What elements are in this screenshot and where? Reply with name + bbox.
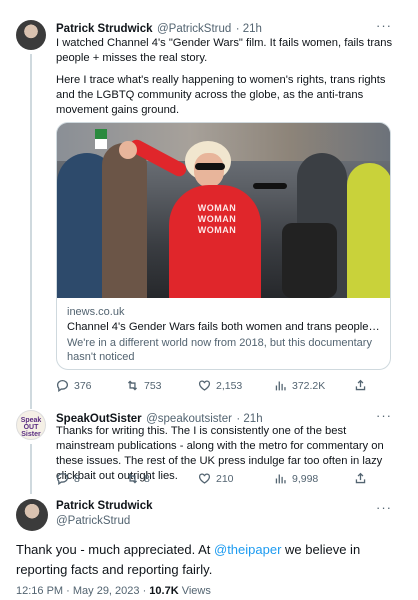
more-options-icon[interactable]: ··· <box>376 18 392 33</box>
share-icon <box>355 379 366 391</box>
reply-icon <box>56 472 69 485</box>
heart-icon <box>198 473 211 484</box>
tweet-text: Thank you - much appreciated. At @theipa… <box>16 540 386 580</box>
views-button[interactable]: 9,998 <box>274 472 354 485</box>
card-meta: inews.co.uk Channel 4's Gender Wars fail… <box>57 298 390 369</box>
share-icon <box>355 472 366 484</box>
views-count: 10.7K <box>149 585 179 597</box>
tweet-meta: 12:16 PM · May 29, 2023 · 10.7K Views <box>16 585 211 597</box>
retweet-icon <box>127 380 138 391</box>
tweet-actions: 8 8 210 9,998 <box>56 472 396 485</box>
retweet-icon <box>127 473 138 484</box>
reply-button[interactable]: 376 <box>56 379 126 392</box>
retweet-count: 8 <box>144 472 150 485</box>
retweet-count: 753 <box>144 379 162 392</box>
views-button[interactable]: 372.2K <box>274 379 354 392</box>
link-card[interactable]: WOMAN WOMAN WOMAN inews.co.uk Channel 4'… <box>56 122 391 370</box>
woman-face <box>194 153 224 187</box>
more-options-icon[interactable]: ··· <box>376 408 392 423</box>
share-button[interactable] <box>354 472 367 485</box>
views-label: Views <box>178 585 211 597</box>
tweet-text-p1: I watched Channel 4's "Gender Wars" film… <box>56 37 393 64</box>
tweet-actions: 376 753 2,153 372.2K <box>56 379 396 392</box>
reply-count: 376 <box>74 379 92 392</box>
card-domain: inews.co.uk <box>67 306 125 318</box>
views-count: 372.2K <box>292 379 326 392</box>
views-icon <box>275 474 286 484</box>
thread-connector <box>30 444 32 494</box>
like-count: 210 <box>216 472 234 485</box>
tweet-text-p2: Here I trace what's really happening to … <box>56 74 386 116</box>
share-button[interactable] <box>354 379 367 392</box>
tweet-header: Patrick Strudwick @PatrickStrud · 21h <box>56 19 262 37</box>
card-title[interactable]: Channel 4's Gender Wars fails both women… <box>67 321 380 333</box>
flag <box>95 129 107 149</box>
like-button[interactable]: 210 <box>198 472 274 485</box>
like-button[interactable]: 2,153 <box>198 379 274 392</box>
timestamp[interactable]: 12:16 PM · May 29, 2023 · <box>16 585 149 597</box>
tweet-text-before: Thank you - much appreciated. At <box>16 542 214 557</box>
crowd-person <box>347 163 390 298</box>
tweet-time[interactable]: · 21h <box>236 23 262 35</box>
avatar[interactable] <box>16 20 46 50</box>
sunglasses <box>195 163 225 170</box>
avatar[interactable] <box>16 499 48 531</box>
thread-connector <box>30 54 32 409</box>
views-icon <box>275 381 286 391</box>
microphone <box>253 183 287 189</box>
card-description: We're in a different world now from 2018… <box>67 337 372 363</box>
avatar-logo-text: Speak OUT Sister <box>20 417 42 438</box>
author-block: Patrick Strudwick @PatrickStrud <box>56 500 153 527</box>
woman-hand <box>119 141 137 159</box>
author-name[interactable]: Patrick Strudwick <box>56 23 153 35</box>
avatar[interactable]: Speak OUT Sister <box>16 410 46 440</box>
red-dress: WOMAN WOMAN WOMAN <box>169 185 261 298</box>
more-options-icon[interactable]: ··· <box>376 500 392 515</box>
reply-icon <box>56 379 69 392</box>
retweet-button[interactable]: 753 <box>126 379 198 392</box>
reply-count: 8 <box>74 472 80 485</box>
author-handle[interactable]: @PatrickStrud <box>56 515 153 527</box>
mention-link[interactable]: @theipaper <box>214 542 281 557</box>
crowd-person <box>282 223 337 298</box>
card-image: WOMAN WOMAN WOMAN <box>57 123 390 298</box>
heart-icon <box>198 380 211 391</box>
retweet-button[interactable]: 8 <box>126 472 198 485</box>
views-count: 9,998 <box>292 472 319 485</box>
reply-button[interactable]: 8 <box>56 472 126 485</box>
crowd-person <box>102 143 147 298</box>
like-count: 2,153 <box>216 379 243 392</box>
shirt-text: WOMAN WOMAN WOMAN <box>197 203 237 235</box>
author-handle[interactable]: @PatrickStrud <box>157 23 231 35</box>
author-name[interactable]: Patrick Strudwick <box>56 500 153 512</box>
